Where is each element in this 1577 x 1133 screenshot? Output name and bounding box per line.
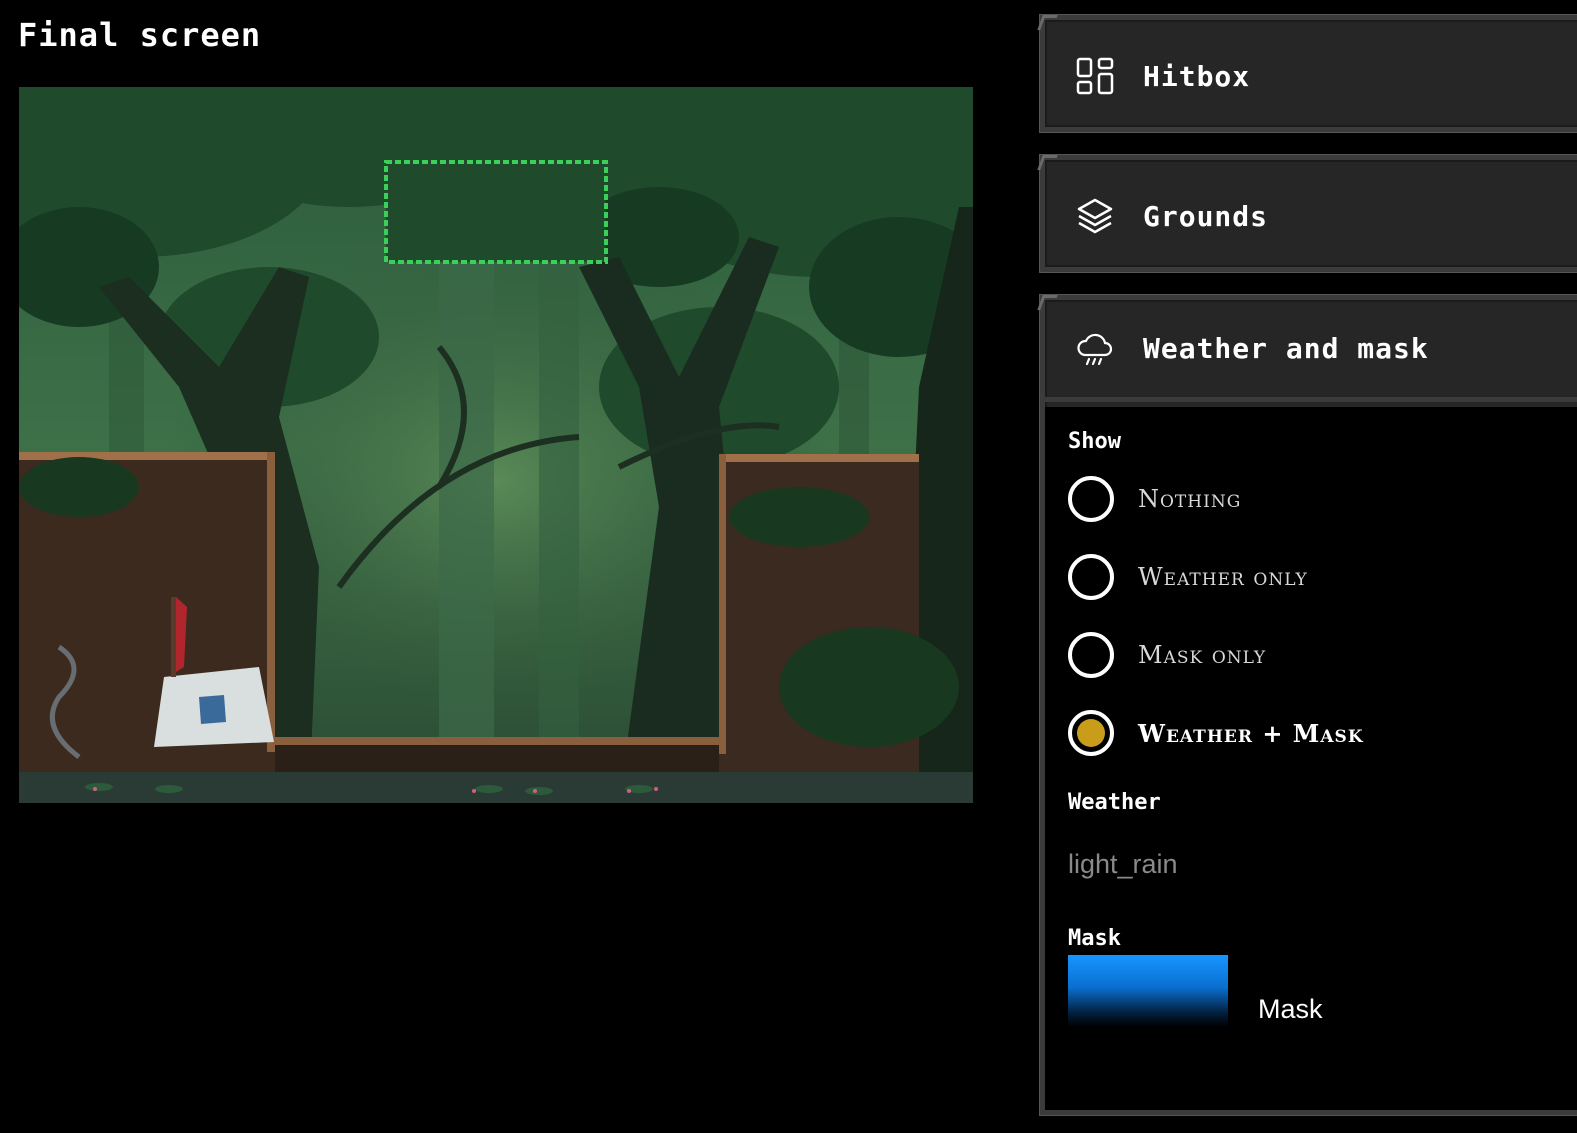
grounds-panel[interactable]: Grounds	[1040, 155, 1577, 272]
weather-mask-panel-header[interactable]: Weather and mask	[1045, 300, 1577, 402]
radio-label: Weather + Mask	[1138, 718, 1364, 748]
hitbox-panel-header[interactable]: Hitbox	[1045, 20, 1577, 132]
radio-button[interactable]	[1068, 554, 1114, 600]
show-radio-group: Nothing Weather only Mask only Weather +…	[1068, 460, 1577, 772]
mask-preview-swatch[interactable]	[1068, 955, 1228, 1027]
show-label: Show	[1068, 429, 1121, 454]
radio-label: Nothing	[1138, 485, 1242, 513]
radio-label: Mask only	[1138, 641, 1267, 669]
layers-icon	[1077, 198, 1113, 234]
cloud-rain-icon	[1077, 333, 1113, 365]
radio-button[interactable]	[1068, 632, 1114, 678]
radio-option-mask-only[interactable]: Mask only	[1068, 616, 1577, 694]
weather-mask-panel[interactable]: Weather and mask Show Nothing Weather on…	[1040, 295, 1577, 1115]
mask-file-label: Mask	[1258, 994, 1323, 1024]
radio-option-weather-mask[interactable]: Weather + Mask	[1068, 694, 1577, 772]
radio-selected-dot	[1077, 719, 1105, 747]
forest-scene-image	[19, 87, 973, 803]
page-title: Final screen	[18, 16, 262, 54]
radio-label: Weather only	[1138, 563, 1308, 591]
weather-mask-panel-body: Show Nothing Weather only Mask only Weat…	[1045, 407, 1577, 1110]
radio-button[interactable]	[1068, 476, 1114, 522]
mask-row: Mask	[1068, 955, 1577, 1027]
hitbox-outline[interactable]	[384, 160, 608, 264]
grounds-panel-title: Grounds	[1143, 199, 1269, 233]
weather-mask-panel-title: Weather and mask	[1143, 332, 1429, 365]
hitbox-panel-title: Hitbox	[1143, 59, 1251, 93]
mask-label: Mask	[1068, 926, 1121, 951]
weather-label: Weather	[1068, 790, 1161, 815]
radio-option-nothing[interactable]: Nothing	[1068, 460, 1577, 538]
hitbox-panel[interactable]: Hitbox	[1040, 15, 1577, 132]
grounds-panel-header[interactable]: Grounds	[1045, 160, 1577, 272]
radio-option-weather-only[interactable]: Weather only	[1068, 538, 1577, 616]
layout-grid-icon	[1076, 57, 1114, 95]
scene-preview[interactable]	[19, 87, 973, 803]
radio-button-selected[interactable]	[1068, 710, 1114, 756]
weather-value-field[interactable]: light_rain	[1068, 849, 1577, 880]
